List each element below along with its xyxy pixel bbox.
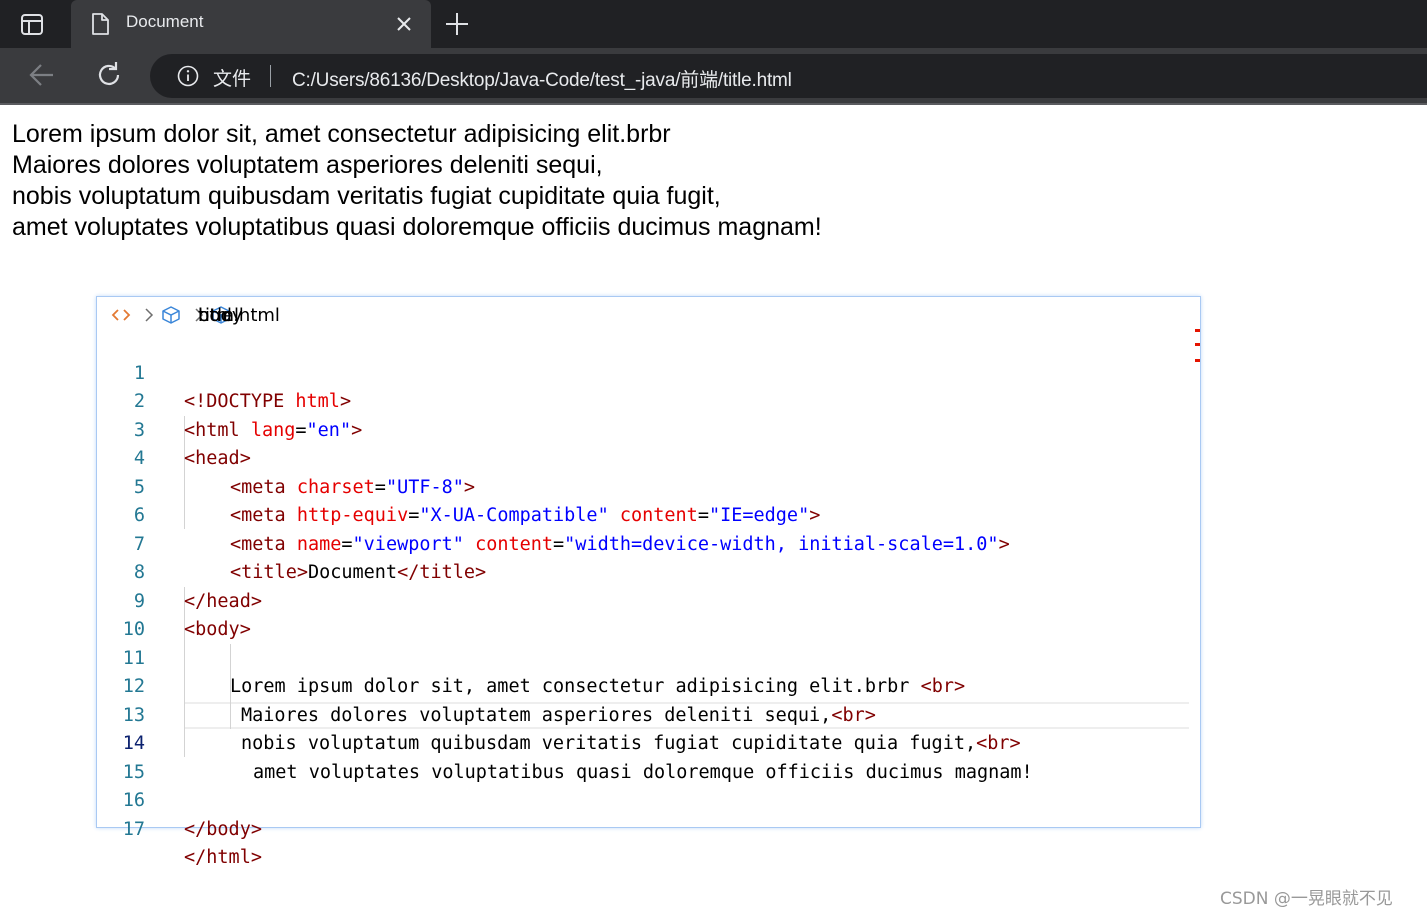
address-bar[interactable]: 文件 C:/Users/86136/Desktop/Java-Code/test… bbox=[150, 54, 1427, 98]
browser-tab[interactable]: Document bbox=[71, 0, 431, 48]
code-line: 12 Maiores dolores voluptatem asperiores… bbox=[97, 645, 1200, 726]
code-line: 11 Lorem ipsum dolor sit, amet consectet… bbox=[97, 616, 1200, 698]
close-tab-icon[interactable] bbox=[393, 13, 415, 35]
site-info-label: 文件 bbox=[213, 69, 252, 90]
new-tab-icon[interactable] bbox=[444, 11, 470, 37]
page-line: amet voluptates voluptatibus quasi dolor… bbox=[12, 213, 822, 241]
code-line: 6 <meta name="viewport" content="width=d… bbox=[97, 474, 1200, 555]
page-line: Maiores dolores voluptatem asperiores de… bbox=[12, 151, 603, 179]
code-line-active: 14 amet voluptates voluptatibus quasi do… bbox=[97, 702, 1200, 783]
code-line: 15 bbox=[97, 730, 1200, 783]
info-icon[interactable] bbox=[177, 65, 199, 87]
toolbar: 文件 C:/Users/86136/Desktop/Java-Code/test… bbox=[0, 48, 1427, 105]
document-icon bbox=[92, 13, 109, 35]
code-line: 7 <title>Document</title> bbox=[97, 502, 1200, 584]
code-line: 17 </html> bbox=[97, 787, 1200, 869]
line-number: 17 bbox=[122, 818, 145, 840]
code-line: 16 </body> bbox=[97, 759, 1200, 840]
code-line: 2 <html lang="en"> bbox=[97, 360, 1200, 441]
code-line: 4 <meta charset="UTF-8"> bbox=[97, 417, 1200, 498]
back-arrow-icon[interactable] bbox=[28, 61, 56, 89]
code-line: 13 nobis voluptatum quibusdam veritatis … bbox=[97, 673, 1200, 755]
code-line: 5 <meta http-equiv="X-UA-Compatible" con… bbox=[97, 445, 1200, 527]
chevron-right-icon bbox=[145, 308, 154, 322]
url-text[interactable]: C:/Users/86136/Desktop/Java-Code/test_-j… bbox=[292, 65, 792, 92]
html-file-icon bbox=[111, 309, 131, 321]
element-cube-icon bbox=[162, 306, 180, 324]
code-area: 1 <!DOCTYPE html> 2 <html lang="en"> 3 <… bbox=[97, 331, 1200, 869]
breadcrumb: title.html html body bbox=[111, 303, 280, 327]
page-line: Lorem ipsum dolor sit, amet consectetur … bbox=[12, 120, 671, 148]
code-line: 10 bbox=[97, 588, 1200, 640]
address-separator bbox=[270, 65, 271, 87]
code-line: 1 <!DOCTYPE html> bbox=[97, 331, 1200, 413]
watermark: CSDN @一晃眼就不见 bbox=[1220, 889, 1393, 909]
code-editor-screenshot: title.html html body 1 <!DOCTYPE html> 2… bbox=[96, 296, 1201, 869]
page-line: nobis voluptatum quibusdam veritatis fug… bbox=[12, 182, 721, 210]
tab-actions-icon[interactable] bbox=[18, 12, 46, 38]
reload-icon[interactable] bbox=[94, 60, 124, 90]
tab-title: Document bbox=[126, 12, 204, 31]
page-body-text: Lorem ipsum dolor sit, amet consectetur … bbox=[12, 119, 822, 243]
code-line: 3 <head> bbox=[97, 388, 1200, 470]
tab-bar: Document bbox=[0, 0, 1427, 48]
code-line: 9 <body> bbox=[97, 559, 1200, 641]
breadcrumb-body[interactable]: body bbox=[198, 305, 243, 326]
code-line: 8 </head> bbox=[97, 531, 1200, 612]
